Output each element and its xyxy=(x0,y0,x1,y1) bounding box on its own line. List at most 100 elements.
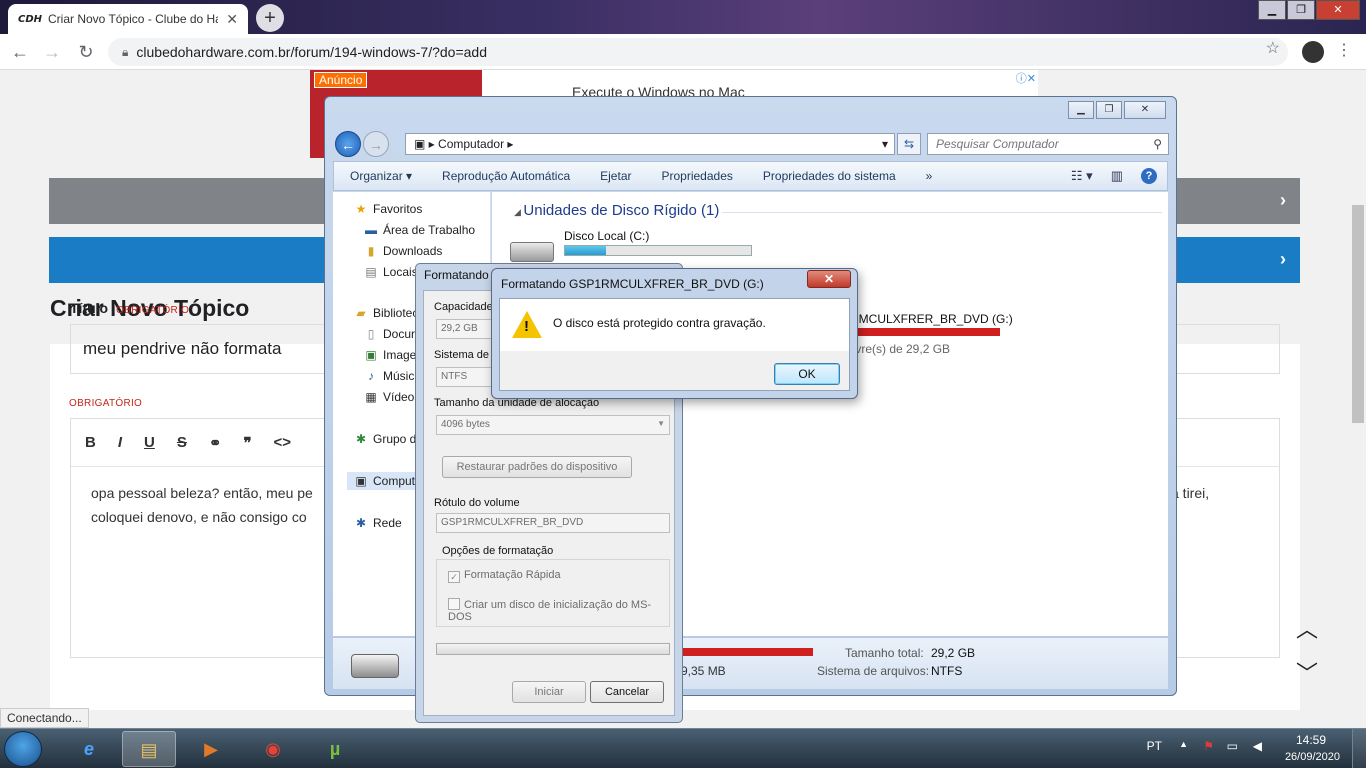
nav-images[interactable]: ▣ Image xyxy=(363,348,416,362)
nav-favorites[interactable]: ★ Favoritos xyxy=(353,202,423,216)
scroll-up-icon[interactable]: ︿ xyxy=(1296,612,1318,644)
checkbox-icon xyxy=(448,598,460,610)
drive-c-label[interactable]: Disco Local (C:) xyxy=(564,229,649,243)
back-arrow-icon[interactable]: ← xyxy=(335,131,361,157)
forward-arrow-icon[interactable]: → xyxy=(40,40,64,64)
action-center-icon[interactable]: ⚑ xyxy=(1203,739,1214,753)
refresh-icon[interactable]: ⇆ xyxy=(897,133,921,155)
nav-label: Rede xyxy=(373,516,402,530)
nav-label: Músic xyxy=(383,369,415,383)
file-system-select[interactable]: NTFS xyxy=(436,367,496,387)
drive-g-label[interactable]: RMCULXFRER_BR_DVD (G:) xyxy=(850,312,1013,326)
bookmark-star-icon[interactable]: ☆ xyxy=(1266,38,1280,58)
chevron-right-icon: › xyxy=(1280,190,1286,210)
hard-drives-group-header[interactable]: ◢ Unidades de Disco Rígido (1) xyxy=(514,202,719,219)
system-properties-button[interactable]: Propriedades do sistema xyxy=(763,169,896,183)
maximize-button[interactable]: ❐ xyxy=(1096,101,1122,119)
explorer-address-bar[interactable]: ▣ ▸ Computador ▸ ▾ xyxy=(405,133,895,155)
close-button[interactable]: ✕ xyxy=(1316,0,1360,20)
file-system-label: Sistema de a xyxy=(434,349,499,361)
title-label: Título OBRIGATÓRIO xyxy=(70,300,189,316)
desktop-icon: ▬ xyxy=(365,223,377,237)
explorer-search-input[interactable]: Pesquisar Computador ⚲ xyxy=(927,133,1169,155)
show-desktop-button[interactable] xyxy=(1352,729,1366,768)
help-icon[interactable]: ? xyxy=(1141,168,1157,184)
new-tab-button[interactable]: + xyxy=(256,4,284,32)
profile-avatar[interactable] xyxy=(1302,41,1324,63)
hard-drive-icon[interactable] xyxy=(510,242,554,262)
clock-time[interactable]: 14:59 xyxy=(1296,733,1326,747)
msdos-disk-checkbox[interactable]: Criar um disco de inicialização do MS-DO… xyxy=(448,598,674,623)
nav-music[interactable]: ♪ Músic xyxy=(363,369,414,383)
restore-defaults-button[interactable]: Restaurar padrões do dispositivo xyxy=(442,456,632,478)
utorrent-icon[interactable]: µ xyxy=(308,731,362,767)
strikethrough-button[interactable]: S xyxy=(177,434,187,451)
system-tray: PT ▲ ⚑ ▭ ◀︎ 14:59 26/09/2020 xyxy=(1126,729,1366,768)
message-box-title: Formatando GSP1RMCULXFRER_BR_DVD (G:) xyxy=(501,277,764,291)
cancel-button[interactable]: Cancelar xyxy=(590,681,664,703)
videos-icon: ▦ xyxy=(365,390,377,404)
italic-button[interactable]: I xyxy=(118,434,122,451)
close-button[interactable]: ✕ xyxy=(807,270,851,288)
required-tag: OBRIGATÓRIO xyxy=(69,398,143,409)
reload-icon[interactable]: ↻ xyxy=(74,40,98,64)
quote-icon[interactable]: ❞ xyxy=(243,434,251,452)
nav-network[interactable]: ✱ Rede xyxy=(353,516,402,530)
language-indicator[interactable]: PT xyxy=(1147,739,1162,753)
nav-desktop[interactable]: ▬ Área de Trabalho xyxy=(363,223,475,237)
documents-icon: ▯ xyxy=(367,327,375,341)
start-button[interactable]: Iniciar xyxy=(512,681,586,703)
bold-button[interactable]: B xyxy=(85,434,96,451)
link-icon[interactable]: ⚭ xyxy=(209,434,222,452)
ok-button[interactable]: OK xyxy=(774,363,840,385)
back-arrow-icon[interactable]: ← xyxy=(8,40,32,64)
group-divider xyxy=(722,212,1162,213)
eject-button[interactable]: Ejetar xyxy=(600,169,631,183)
browser-tab[interactable]: CDH Criar Novo Tópico - Clube do Ha ✕ xyxy=(8,4,248,34)
tab-close-icon[interactable]: ✕ xyxy=(226,11,238,28)
more-commands-button[interactable]: » xyxy=(926,169,933,183)
minimize-button[interactable]: ▁ xyxy=(1068,101,1094,119)
quick-format-checkbox[interactable]: ✓ Formatação Rápida xyxy=(448,569,561,583)
network-status-icon[interactable]: ▭ xyxy=(1227,739,1238,753)
internet-explorer-icon[interactable]: e xyxy=(62,731,116,767)
scroll-down-icon[interactable]: ﹀ xyxy=(1296,656,1318,688)
preview-pane-icon[interactable]: ▥ xyxy=(1111,168,1123,184)
code-icon[interactable]: <> xyxy=(274,434,292,451)
view-options-icon[interactable]: ☷ ▾ xyxy=(1071,168,1093,184)
scrollbar-thumb[interactable] xyxy=(1352,205,1364,423)
media-player-icon[interactable]: ▶ xyxy=(184,731,238,767)
volume-icon[interactable]: ◀︎ xyxy=(1253,739,1262,753)
browser-status-text: Conectando... xyxy=(0,708,89,728)
nav-videos[interactable]: ▦ Vídeos xyxy=(363,390,420,404)
underline-button[interactable]: U xyxy=(144,434,155,451)
nav-documents[interactable]: ▯ Docur xyxy=(363,327,415,341)
organize-button[interactable]: Organizar ▾ xyxy=(350,169,412,183)
lock-icon: 🔒︎ xyxy=(122,44,129,59)
allocation-size-select[interactable]: 4096 bytes ▼ xyxy=(436,415,670,435)
nav-label: Locais xyxy=(383,265,418,279)
forward-arrow-icon[interactable]: → xyxy=(363,131,389,157)
close-button[interactable]: ✕ xyxy=(1124,101,1166,119)
explorer-window-controls: ▁ ❐ ✕ xyxy=(1068,101,1166,119)
autoplay-button[interactable]: Reprodução Automática xyxy=(442,169,570,183)
show-hidden-icons-icon[interactable]: ▲ xyxy=(1179,739,1188,749)
clock-date[interactable]: 26/09/2020 xyxy=(1285,751,1340,763)
nav-recent[interactable]: ▤ Locais xyxy=(363,265,418,279)
nav-libraries[interactable]: ▰ Bibliotec xyxy=(353,306,418,320)
capacity-select[interactable]: 29,2 GB xyxy=(436,319,496,339)
file-explorer-icon[interactable]: ▤ xyxy=(122,731,176,767)
chevron-down-icon[interactable]: ▾ xyxy=(882,134,888,154)
minimize-button[interactable]: ▁ xyxy=(1258,0,1286,20)
volume-label-input[interactable]: GSP1RMCULXFRER_BR_DVD xyxy=(436,513,670,533)
address-bar[interactable]: 🔒︎ clubedohardware.com.br/forum/194-wind… xyxy=(108,38,1288,66)
chrome-icon[interactable]: ◉ xyxy=(246,731,300,767)
total-size-value: 29,2 GB xyxy=(931,646,976,660)
nav-homegroup[interactable]: ✱ Grupo d xyxy=(353,432,416,446)
menu-kebab-icon[interactable]: ⋮ xyxy=(1336,40,1352,60)
ad-close-icon[interactable]: ⓘ✕ xyxy=(1016,70,1036,86)
properties-button[interactable]: Propriedades xyxy=(662,169,733,183)
start-button[interactable] xyxy=(4,731,42,767)
maximize-button[interactable]: ❐ xyxy=(1287,0,1315,20)
nav-downloads[interactable]: ▮ Downloads xyxy=(363,244,443,258)
